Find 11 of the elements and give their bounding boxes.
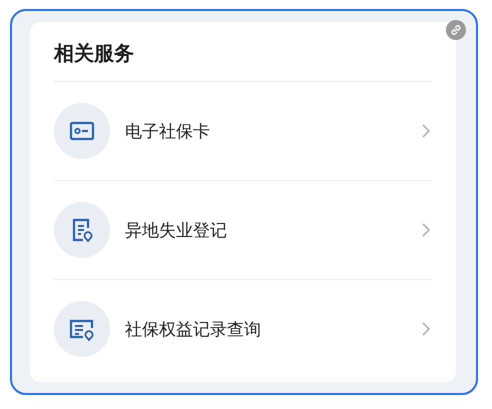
service-item[interactable]: 电子社保卡 (54, 82, 432, 181)
service-label: 异地失业登记 (125, 220, 228, 242)
service-label: 社保权益记录查询 (125, 318, 262, 340)
link-icon[interactable] (446, 20, 466, 40)
chevron-right-icon (422, 124, 430, 138)
chevron-right-icon (422, 223, 430, 237)
chevron-right-icon (422, 322, 430, 336)
service-label: 电子社保卡 (125, 120, 211, 142)
section-title: 相关服务 (54, 40, 432, 82)
service-item[interactable]: 异地失业登记 (54, 181, 432, 280)
service-item[interactable]: 社保权益记录查询 (54, 280, 432, 378)
